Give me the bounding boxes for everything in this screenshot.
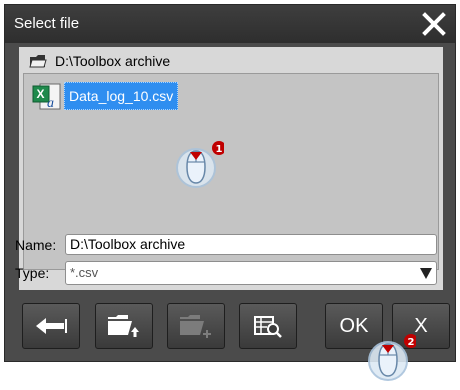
back-arrow-icon bbox=[36, 318, 67, 334]
folder-up-button[interactable] bbox=[95, 303, 153, 349]
dialog-title: Select file bbox=[14, 15, 80, 32]
callout-2: 2 bbox=[408, 337, 415, 348]
details-view-button[interactable] bbox=[239, 303, 297, 349]
name-label: Name: bbox=[15, 236, 57, 253]
type-value: *.csv bbox=[70, 265, 99, 280]
title-bar: Select file bbox=[5, 5, 455, 43]
file-item[interactable]: X a Data_log_10.csv bbox=[32, 80, 179, 112]
mouse-cursor-icon: 2 bbox=[368, 334, 416, 381]
new-folder-button[interactable] bbox=[167, 303, 225, 349]
name-row: Name: D:\Toolbox archive bbox=[15, 234, 437, 255]
select-file-dialog: Select file D:\Toolbox archive X a Data_… bbox=[4, 4, 456, 362]
dropdown-arrow-icon[interactable] bbox=[418, 265, 434, 281]
folder-icon bbox=[29, 55, 47, 68]
excel-file-icon: X a bbox=[32, 83, 61, 111]
callout-1: 1 bbox=[216, 144, 223, 155]
close-icon[interactable] bbox=[421, 11, 447, 37]
type-label: Type: bbox=[15, 265, 50, 281]
name-field[interactable]: D:\Toolbox archive bbox=[65, 234, 437, 255]
folder-up-icon bbox=[108, 315, 139, 337]
details-view-icon bbox=[254, 316, 282, 338]
back-button[interactable] bbox=[22, 303, 80, 349]
type-select[interactable]: *.csv bbox=[65, 261, 437, 285]
type-row: Type: *.csv bbox=[15, 261, 437, 285]
current-path-row: D:\Toolbox archive bbox=[29, 50, 170, 72]
svg-text:X: X bbox=[37, 87, 45, 101]
new-folder-icon bbox=[180, 315, 211, 338]
mouse-cursor-icon: 1 bbox=[176, 141, 224, 188]
current-path: D:\Toolbox archive bbox=[55, 53, 171, 69]
svg-text:a: a bbox=[47, 96, 54, 111]
file-name[interactable]: Data_log_10.csv bbox=[64, 82, 179, 110]
